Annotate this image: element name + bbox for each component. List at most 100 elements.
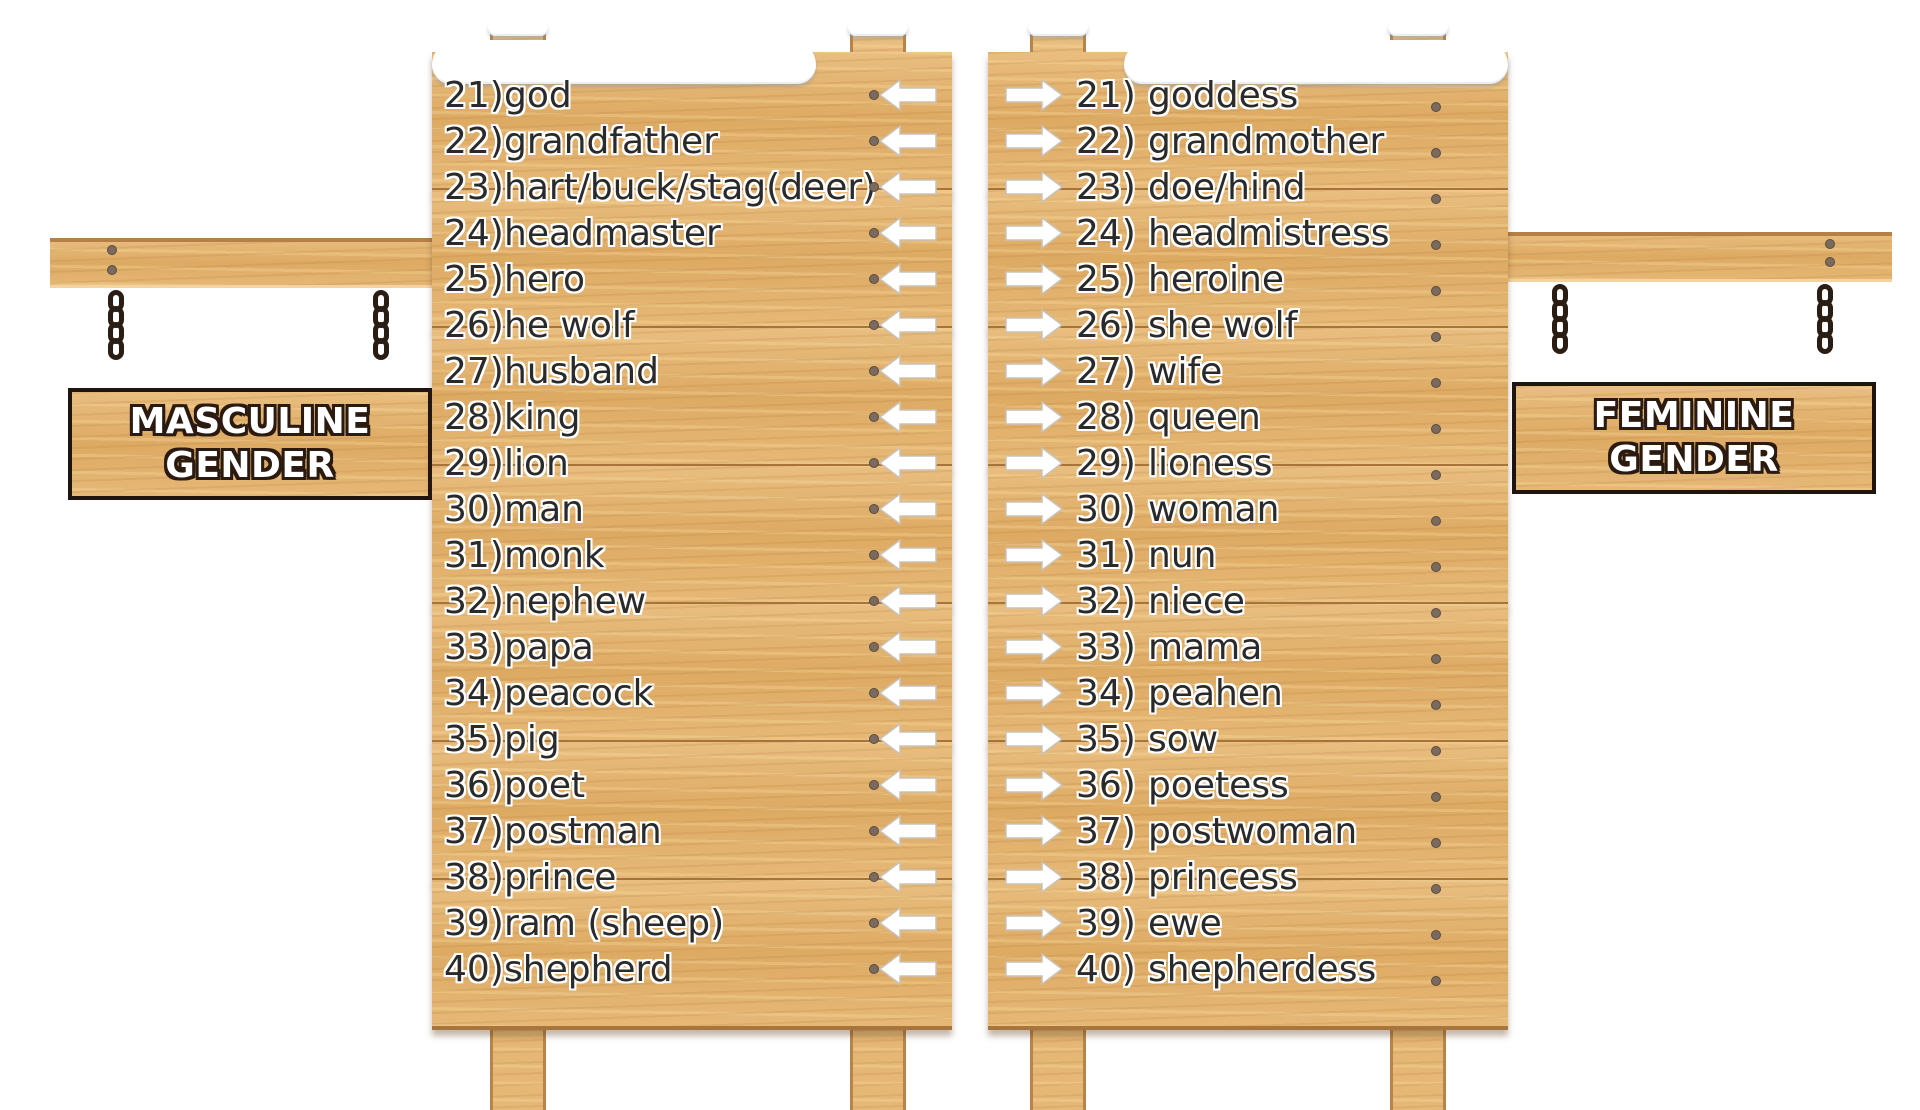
masculine-word: prince xyxy=(504,856,617,898)
item-number: 24) xyxy=(1076,212,1136,254)
arrow-left-icon xyxy=(878,814,938,848)
sign-title-line: MASCULINE xyxy=(129,401,371,442)
feminine-word: postwoman xyxy=(1148,810,1358,852)
nail xyxy=(1432,655,1440,663)
nail xyxy=(108,246,116,254)
arrow-right-icon xyxy=(1004,170,1064,204)
nail xyxy=(1432,793,1440,801)
post-snow-cap xyxy=(1028,18,1088,36)
feminine-word: ewe xyxy=(1148,902,1222,944)
arrow-right-icon xyxy=(1004,584,1064,618)
feminine-list-item: 22) grandmother xyxy=(1076,118,1384,164)
nail xyxy=(870,229,878,237)
nail xyxy=(870,735,878,743)
masculine-word: he wolf xyxy=(504,304,635,346)
item-number: 30) xyxy=(444,488,504,530)
masculine-word: postman xyxy=(504,810,662,852)
masculine-word: ram (sheep) xyxy=(504,902,725,944)
masculine-list-item: 21) god xyxy=(444,72,572,118)
feminine-list-item: 39) ewe xyxy=(1076,900,1222,946)
arrow-left-icon xyxy=(878,722,938,756)
feminine-word: shepherdess xyxy=(1148,948,1377,990)
feminine-word: she wolf xyxy=(1148,304,1298,346)
item-number: 29) xyxy=(444,442,504,484)
feminine-list-item: 31) nun xyxy=(1076,532,1216,578)
item-number: 31) xyxy=(444,534,504,576)
item-number: 22) xyxy=(444,120,504,162)
feminine-word: heroine xyxy=(1148,258,1284,300)
feminine-list-item: 28) queen xyxy=(1076,394,1261,440)
masculine-word: god xyxy=(504,74,572,116)
arrow-right-icon xyxy=(1004,722,1064,756)
feminine-word: niece xyxy=(1148,580,1245,622)
nail xyxy=(870,873,878,881)
item-number: 27) xyxy=(1076,350,1136,392)
masculine-word: papa xyxy=(504,626,594,668)
arrow-right-icon xyxy=(1004,492,1064,526)
feminine-word: lioness xyxy=(1148,442,1273,484)
feminine-list-item: 35) sow xyxy=(1076,716,1218,762)
item-number: 38) xyxy=(1076,856,1136,898)
nail xyxy=(870,275,878,283)
item-number: 36) xyxy=(444,764,504,806)
arrow-right-icon xyxy=(1004,78,1064,112)
sign-title-line: GENDER xyxy=(1609,439,1779,480)
masculine-list-item: 23) hart/buck/stag(deer) xyxy=(444,164,876,210)
arrow-right-icon xyxy=(1004,216,1064,250)
item-number: 40) xyxy=(1076,948,1136,990)
masculine-list-item: 37) postman xyxy=(444,808,662,854)
masculine-list-item: 26) he wolf xyxy=(444,302,635,348)
masculine-word: hart/buck/stag(deer) xyxy=(504,166,877,208)
nail xyxy=(870,183,878,191)
arrow-left-icon xyxy=(878,354,938,388)
nail xyxy=(1432,149,1440,157)
item-number: 36) xyxy=(1076,764,1136,806)
nail xyxy=(870,781,878,789)
chain xyxy=(1552,284,1568,354)
feminine-word: headmistress xyxy=(1148,212,1390,254)
item-number: 21) xyxy=(1076,74,1136,116)
arrow-right-icon xyxy=(1004,124,1064,158)
nail xyxy=(1432,517,1440,525)
feminine-word: woman xyxy=(1148,488,1280,530)
feminine-list-item: 33) mama xyxy=(1076,624,1262,670)
nail xyxy=(1432,977,1440,985)
arrow-left-icon xyxy=(878,538,938,572)
feminine-list-item: 24) headmistress xyxy=(1076,210,1390,256)
item-number: 27) xyxy=(444,350,504,392)
masculine-list-item: 24) headmaster xyxy=(444,210,721,256)
arrow-right-icon xyxy=(1004,676,1064,710)
nail xyxy=(1432,609,1440,617)
nail xyxy=(870,505,878,513)
arrow-left-icon xyxy=(878,262,938,296)
masculine-list-item: 22) grandfather xyxy=(444,118,718,164)
arrow-left-icon xyxy=(878,906,938,940)
feminine-list-item: 32) niece xyxy=(1076,578,1245,624)
masculine-word: husband xyxy=(504,350,659,392)
item-number: 38) xyxy=(444,856,504,898)
masculine-word: monk xyxy=(504,534,605,576)
arrow-right-icon xyxy=(1004,308,1064,342)
item-number: 32) xyxy=(444,580,504,622)
feminine-word: peahen xyxy=(1148,672,1283,714)
nail xyxy=(1432,241,1440,249)
nail xyxy=(1826,240,1834,248)
masculine-list-item: 27) husband xyxy=(444,348,659,394)
nail xyxy=(870,91,878,99)
masculine-word: poet xyxy=(504,764,586,806)
chain xyxy=(108,290,124,360)
item-number: 37) xyxy=(444,810,504,852)
feminine-word: goddess xyxy=(1148,74,1299,116)
item-number: 23) xyxy=(1076,166,1136,208)
arrow-right-icon xyxy=(1004,630,1064,664)
masculine-list-item: 35) pig xyxy=(444,716,560,762)
chain xyxy=(373,290,389,360)
masculine-word: man xyxy=(504,488,584,530)
feminine-list-item: 36) poetess xyxy=(1076,762,1289,808)
nail xyxy=(870,459,878,467)
feminine-list-item: 37) postwoman xyxy=(1076,808,1357,854)
post-snow-cap xyxy=(488,18,548,36)
chain xyxy=(1817,284,1833,354)
masculine-word: headmaster xyxy=(504,212,721,254)
masculine-word: shepherd xyxy=(504,948,673,990)
